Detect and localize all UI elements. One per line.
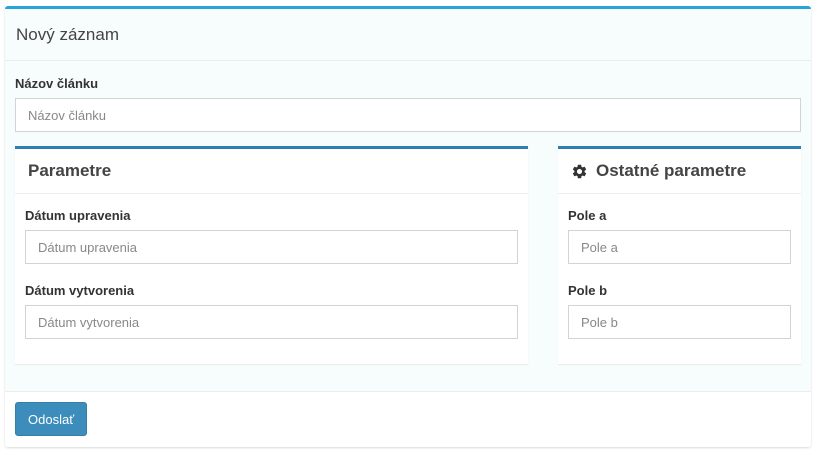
- article-title-label: Názov článku: [15, 76, 99, 91]
- field-a-label: Pole a: [568, 208, 607, 223]
- article-title-input[interactable]: [15, 98, 801, 132]
- field-b-label: Pole b: [568, 283, 608, 298]
- other-parameters-box-title: Ostatné parametre: [596, 161, 747, 180]
- created-date-label: Dátum vytvorenia: [25, 283, 135, 298]
- form-footer: Odoslať: [5, 391, 811, 447]
- form-header: Nový záznam: [5, 9, 811, 61]
- field-a-input[interactable]: [568, 230, 791, 264]
- parameters-box: Parametre Dátum upravenia Dátum vytvoren…: [15, 146, 528, 364]
- modified-date-group: Dátum upravenia: [25, 208, 518, 264]
- parameters-box-header: Parametre: [15, 149, 528, 194]
- other-parameters-box-header: Ostatné parametre: [558, 149, 801, 194]
- gear-icon: [572, 164, 587, 178]
- other-parameters-box: Ostatné parametre Pole a Pole b: [558, 146, 801, 364]
- field-a-group: Pole a: [568, 208, 791, 264]
- created-date-input[interactable]: [25, 305, 518, 339]
- submit-button[interactable]: Odoslať: [15, 402, 88, 436]
- parameters-box-title: Parametre: [28, 161, 112, 180]
- parameters-box-body: Dátum upravenia Dátum vytvorenia: [15, 208, 528, 339]
- article-title-group: Názov článku: [15, 76, 801, 132]
- modified-date-label: Dátum upravenia: [25, 208, 131, 223]
- field-b-input[interactable]: [568, 305, 791, 339]
- modified-date-input[interactable]: [25, 230, 518, 264]
- other-parameters-box-body: Pole a Pole b: [558, 208, 801, 339]
- field-b-group: Pole b: [568, 283, 791, 339]
- new-record-form: Nový záznam Názov článku Parametre Dátum…: [5, 6, 811, 447]
- created-date-group: Dátum vytvorenia: [25, 283, 518, 339]
- page-title: Nový záznam: [16, 24, 119, 44]
